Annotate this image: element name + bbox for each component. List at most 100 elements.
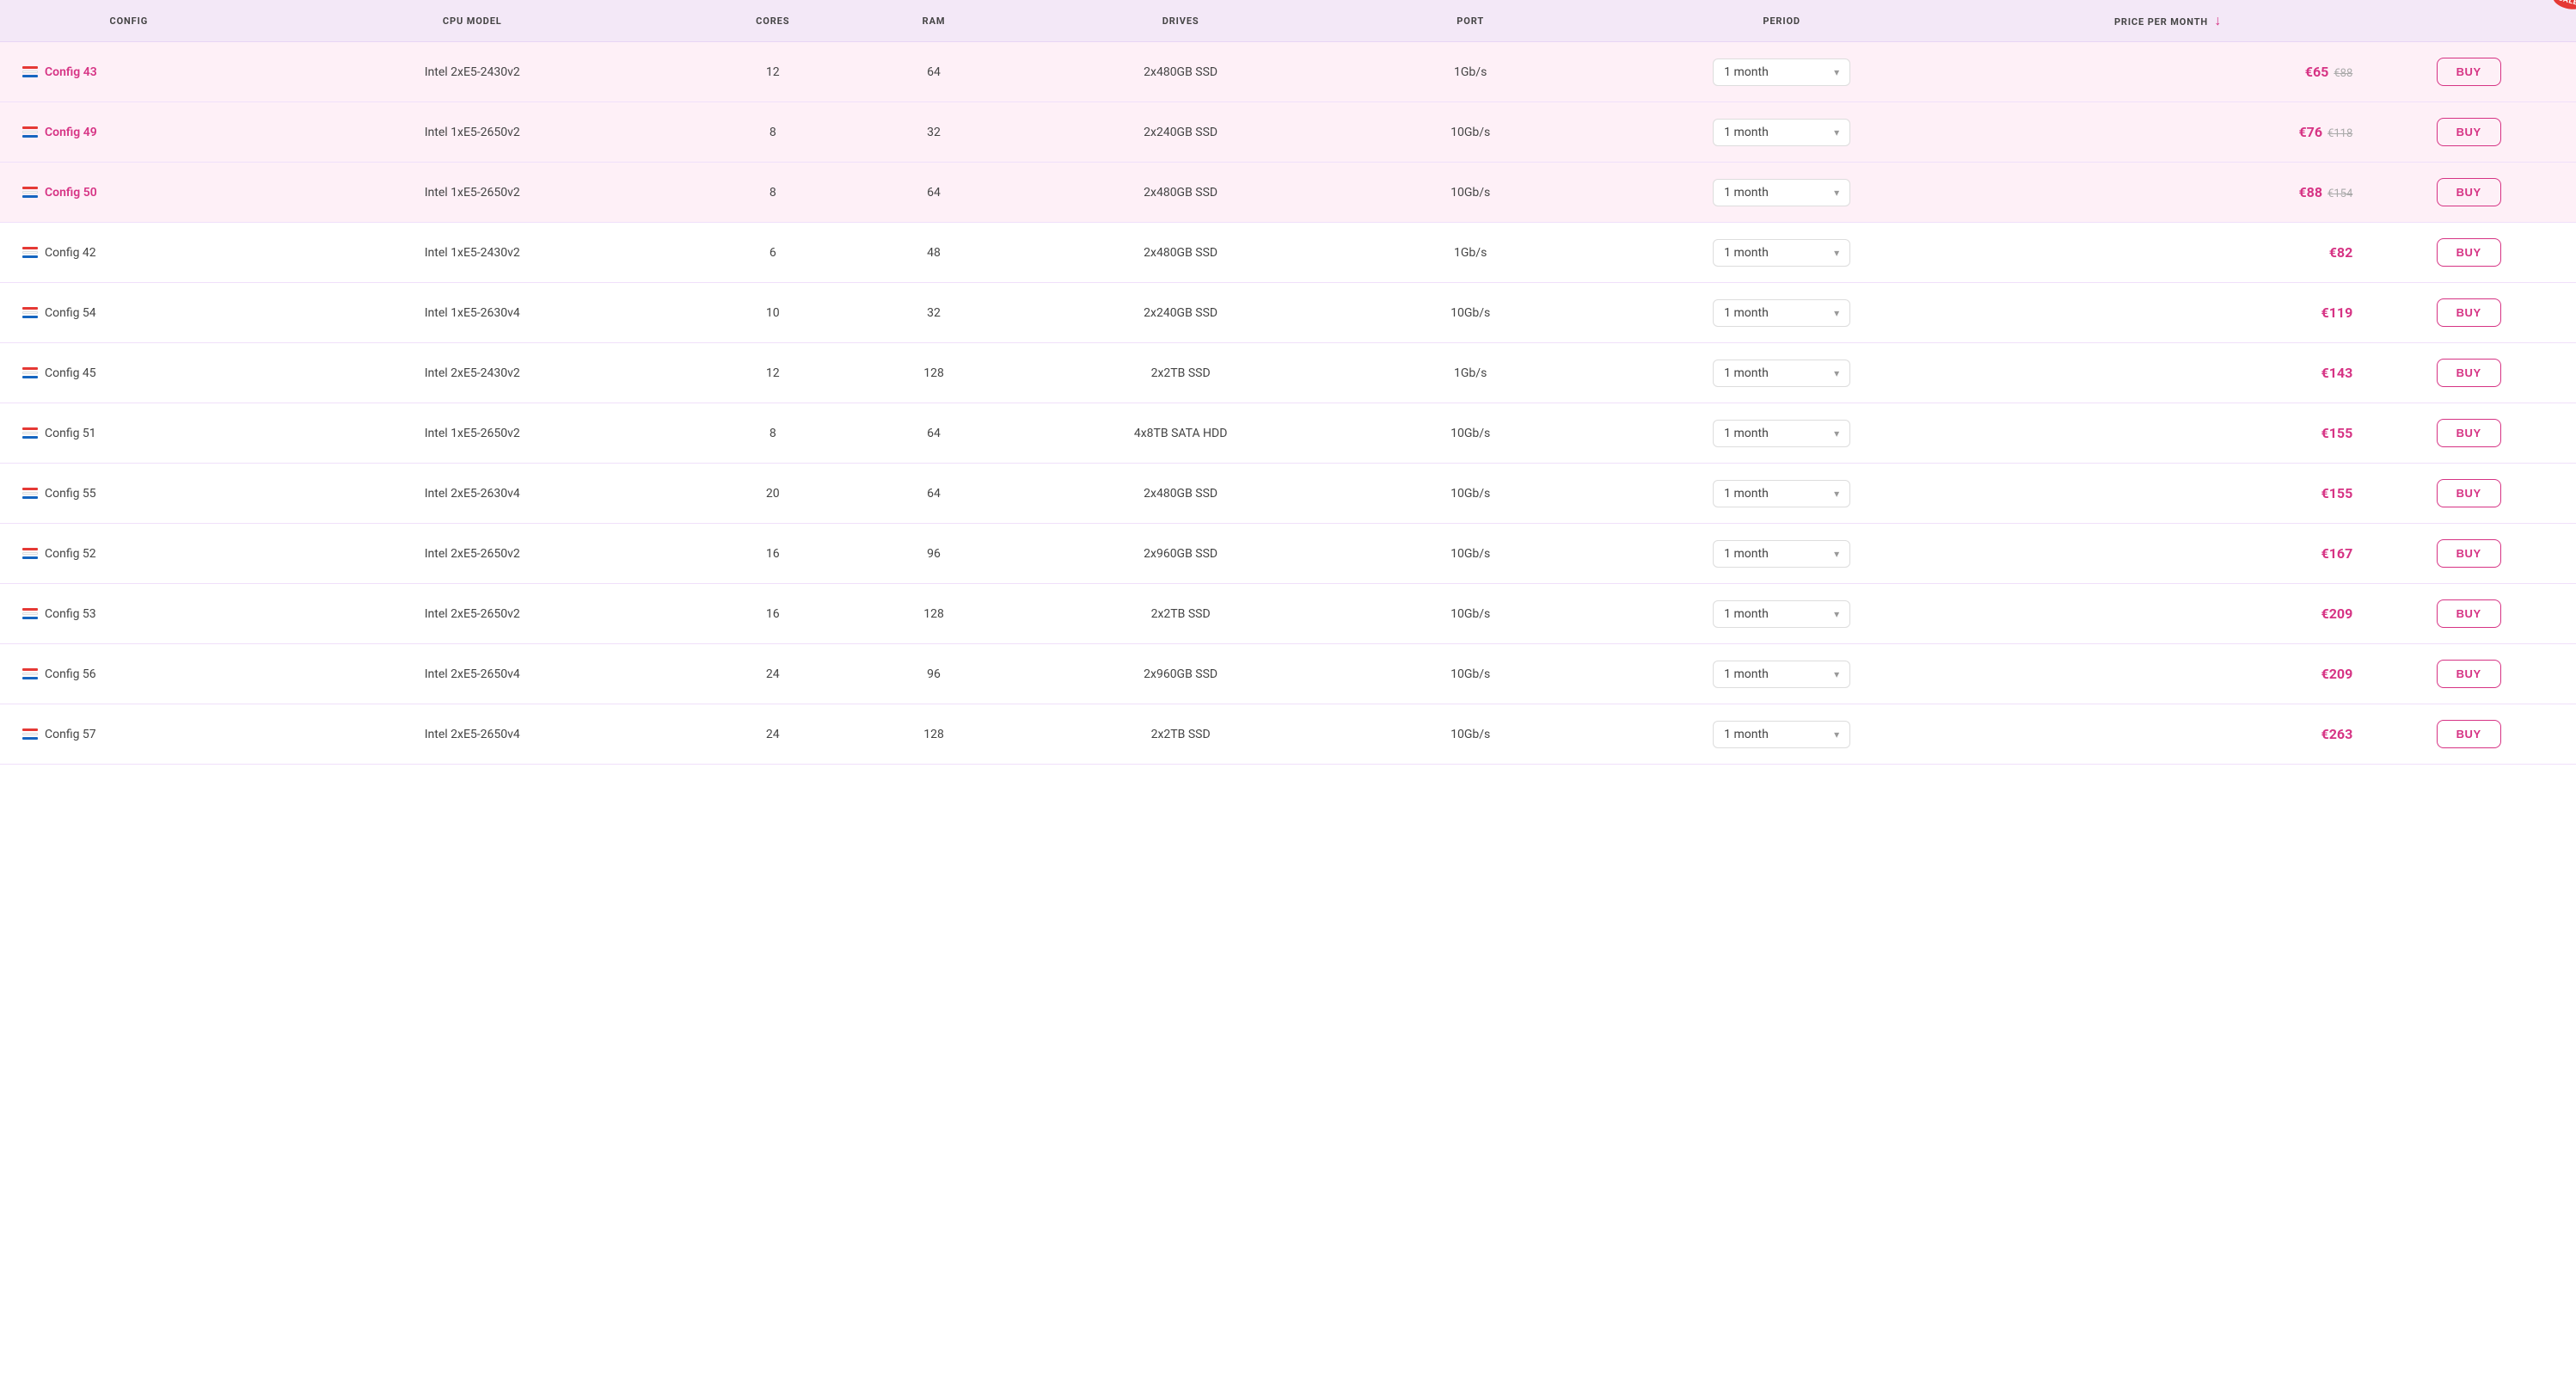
netherlands-flag-icon (22, 488, 38, 499)
buy-button[interactable]: BUY (2437, 660, 2501, 688)
period-value: 1 month (1724, 547, 1769, 561)
buy-button[interactable]: BUY (2437, 539, 2501, 568)
buy-button[interactable]: BUY (2437, 479, 2501, 507)
port-value: 10Gb/s (1352, 102, 1589, 163)
period-select[interactable]: 1 month▾ (1713, 360, 1850, 387)
config-name[interactable]: Config 43 (45, 65, 97, 79)
current-price: €82 (2329, 244, 2353, 261)
cores-value: 10 (687, 283, 859, 343)
netherlands-flag-icon (22, 427, 38, 439)
period-select[interactable]: 1 month▾ (1713, 661, 1850, 688)
ram-value: 128 (859, 704, 1009, 765)
config-cell: Config 53 (0, 584, 258, 644)
period-cell: 1 month▾ (1588, 223, 1974, 283)
period-select[interactable]: 1 month▾ (1713, 58, 1850, 86)
drives-value: 2x2TB SSD (1009, 584, 1352, 644)
table-row: Config 54Intel 1xE5-2630v410322x240GB SS… (0, 283, 2576, 343)
config-name: Config 55 (45, 487, 96, 501)
buy-button[interactable]: BUY (2437, 118, 2501, 146)
ram-value: 64 (859, 403, 1009, 464)
cores-value: 6 (687, 223, 859, 283)
table-row: Config 45Intel 2xE5-2430v2121282x2TB SSD… (0, 343, 2576, 403)
port-value: 10Gb/s (1352, 464, 1589, 524)
price-cell: €82 (1975, 223, 2361, 283)
period-select[interactable]: 1 month▾ (1713, 480, 1850, 507)
config-cell: Config 54 (0, 283, 258, 343)
buy-button[interactable]: BUY (2437, 359, 2501, 387)
netherlands-flag-icon (22, 668, 38, 679)
port-value: 1Gb/s (1352, 343, 1589, 403)
period-value: 1 month (1724, 65, 1769, 79)
header-cpu: CPU MODEL (258, 0, 687, 42)
config-name[interactable]: Config 49 (45, 126, 97, 139)
current-price: €155 (2321, 485, 2353, 501)
netherlands-flag-icon (22, 548, 38, 559)
buy-button[interactable]: BUY (2437, 58, 2501, 86)
config-cell: Config 55 (0, 464, 258, 524)
price-cell: €155 (1975, 464, 2361, 524)
buy-cell: BUY (2361, 644, 2576, 704)
cpu-model: Intel 2xE5-2630v4 (258, 464, 687, 524)
period-select[interactable]: 1 month▾ (1713, 119, 1850, 146)
drives-value: 4x8TB SATA HDD (1009, 403, 1352, 464)
chevron-down-icon: ▾ (1834, 728, 1839, 741)
drives-value: 2x960GB SSD (1009, 524, 1352, 584)
config-name: Config 57 (45, 728, 96, 741)
original-price: €88 (2334, 67, 2352, 80)
period-select[interactable]: 1 month▾ (1713, 600, 1850, 628)
cores-value: 12 (687, 343, 859, 403)
config-cell: Config 45 (0, 343, 258, 403)
chevron-down-icon: ▾ (1834, 187, 1839, 199)
config-name: Config 42 (45, 246, 96, 260)
table-row: Config 43Intel 2xE5-2430v212642x480GB SS… (0, 42, 2576, 102)
cores-value: 8 (687, 403, 859, 464)
buy-cell: BUY (2361, 163, 2576, 223)
netherlands-flag-icon (22, 126, 38, 138)
cpu-model: Intel 2xE5-2650v4 (258, 704, 687, 765)
config-name: Config 52 (45, 547, 96, 561)
config-cell: Config 42 (0, 223, 258, 283)
sort-descending-icon[interactable]: ↓ (2214, 12, 2222, 28)
sale-badge: Sale (2551, 0, 2576, 12)
period-select[interactable]: 1 month ▾ (1713, 721, 1850, 748)
period-select[interactable]: 1 month▾ (1713, 179, 1850, 206)
buy-button[interactable]: BUY (2437, 419, 2501, 447)
period-cell: 1 month▾ (1588, 403, 1974, 464)
period-select[interactable]: 1 month▾ (1713, 540, 1850, 568)
buy-button[interactable]: BUY (2437, 298, 2501, 327)
config-name: Config 51 (45, 427, 96, 440)
cpu-model: Intel 2xE5-2430v2 (258, 343, 687, 403)
buy-button[interactable]: BUY (2437, 238, 2501, 267)
current-price: €143 (2321, 365, 2353, 381)
config-name: Config 45 (45, 366, 96, 380)
period-select[interactable]: 1 month▾ (1713, 239, 1850, 267)
table-row: Config 49Intel 1xE5-2650v28322x240GB SSD… (0, 102, 2576, 163)
chevron-down-icon: ▾ (1834, 668, 1839, 680)
buy-button[interactable]: BUY (2437, 178, 2501, 206)
period-value: 1 month (1724, 246, 1769, 260)
port-value: 10Gb/s (1352, 163, 1589, 223)
cpu-model: Intel 2xE5-2430v2 (258, 42, 687, 102)
buy-button[interactable]: BUY (2437, 599, 2501, 628)
table-row: Config 56Intel 2xE5-2650v424962x960GB SS… (0, 644, 2576, 704)
price-cell: €263 (1975, 704, 2361, 765)
config-name[interactable]: Config 50 (45, 186, 97, 200)
header-buy: Sale (2361, 0, 2576, 42)
buy-button[interactable]: BUY (2437, 720, 2501, 748)
current-price: €76 (2298, 124, 2322, 140)
buy-cell: BUY (2361, 464, 2576, 524)
price-cell: €209 (1975, 644, 2361, 704)
port-value: 1Gb/s (1352, 42, 1589, 102)
period-select[interactable]: 1 month▾ (1713, 420, 1850, 447)
port-value: 10Gb/s (1352, 524, 1589, 584)
drives-value: 2x240GB SSD (1009, 102, 1352, 163)
header-port: PORT (1352, 0, 1589, 42)
netherlands-flag-icon (22, 367, 38, 378)
cpu-model: Intel 1xE5-2630v4 (258, 283, 687, 343)
port-value: 1Gb/s (1352, 223, 1589, 283)
period-value: 1 month (1724, 728, 1769, 741)
current-price: €65 (2305, 64, 2329, 80)
cores-value: 8 (687, 102, 859, 163)
config-cell: Config 50 (0, 163, 258, 223)
period-select[interactable]: 1 month▾ (1713, 299, 1850, 327)
